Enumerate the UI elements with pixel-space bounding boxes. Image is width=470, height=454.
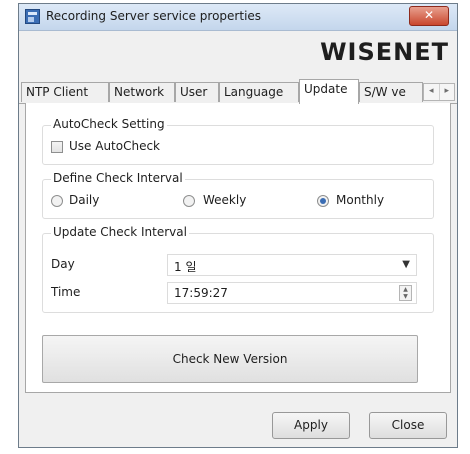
window-title: Recording Server service properties — [46, 9, 262, 23]
tab-user[interactable]: User — [175, 82, 219, 102]
tab-sw-version[interactable]: S/W ve — [359, 82, 423, 102]
time-field[interactable]: 17:59:27 ▲ ▼ — [167, 282, 417, 304]
apply-button[interactable]: Apply — [272, 412, 350, 439]
update-panel: AutoCheck Setting Use AutoCheck Define C… — [25, 103, 451, 393]
brand-logo: WISENET — [320, 38, 449, 66]
use-autocheck-checkbox[interactable] — [51, 141, 63, 153]
tab-language[interactable]: Language — [219, 82, 299, 102]
check-new-version-button[interactable]: Check New Version — [42, 335, 418, 383]
autocheck-legend: AutoCheck Setting — [51, 117, 167, 131]
tab-scroll-left-icon[interactable]: ◂ — [424, 84, 440, 100]
properties-window: Recording Server service properties ✕ WI… — [18, 3, 458, 448]
tab-network[interactable]: Network — [109, 82, 175, 102]
check-interval-group: Define Check Interval Daily Weekly Month… — [42, 171, 434, 219]
check-interval-legend: Define Check Interval — [51, 171, 185, 185]
time-spinner[interactable]: ▲ ▼ — [399, 285, 412, 301]
day-value: 1 일 — [174, 260, 197, 274]
day-label: Day — [51, 257, 75, 271]
title-bar: Recording Server service properties ✕ — [19, 4, 457, 31]
update-interval-group: Update Check Interval Day 1 일 ▼ Time 17:… — [42, 225, 434, 313]
weekly-radio[interactable] — [183, 195, 195, 207]
tab-scroll-right-icon[interactable]: ▸ — [440, 84, 455, 100]
close-button[interactable]: Close — [369, 412, 447, 439]
tab-scroll-buttons: ◂ ▸ — [423, 83, 455, 101]
daily-radio[interactable] — [51, 195, 63, 207]
tab-update[interactable]: Update — [299, 79, 359, 104]
spin-down-icon[interactable]: ▼ — [400, 293, 411, 300]
tab-bar: NTP Client Network User Language Update … — [19, 79, 457, 104]
time-value: 17:59:27 — [174, 286, 228, 300]
autocheck-group: AutoCheck Setting Use AutoCheck — [42, 117, 434, 165]
spin-up-icon[interactable]: ▲ — [400, 286, 411, 293]
weekly-label: Weekly — [203, 193, 247, 207]
day-dropdown[interactable]: 1 일 ▼ — [167, 254, 417, 276]
tab-ntp-client[interactable]: NTP Client — [21, 82, 109, 102]
chevron-down-icon: ▼ — [402, 259, 410, 270]
use-autocheck-label: Use AutoCheck — [69, 139, 161, 153]
monthly-label: Monthly — [336, 193, 385, 207]
close-window-button[interactable]: ✕ — [409, 6, 449, 26]
update-interval-legend: Update Check Interval — [51, 225, 189, 239]
app-icon — [25, 9, 40, 24]
monthly-radio[interactable] — [317, 195, 329, 207]
time-label: Time — [51, 285, 81, 299]
daily-label: Daily — [69, 193, 100, 207]
